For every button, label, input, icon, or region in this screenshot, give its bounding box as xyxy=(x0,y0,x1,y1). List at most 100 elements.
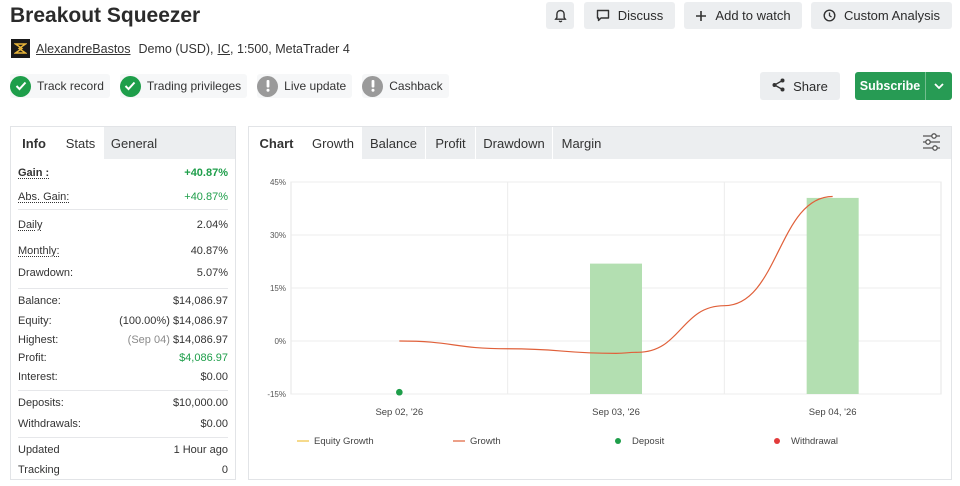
updated-row: Updated 1 Hour ago xyxy=(18,438,228,461)
broker-link[interactable]: IC xyxy=(218,42,231,56)
share-icon xyxy=(772,78,785,95)
tab-profit[interactable]: Profit xyxy=(425,127,475,159)
tab-info[interactable]: Info xyxy=(11,127,57,159)
monthly-value: 40.87% xyxy=(190,245,228,257)
comment-icon xyxy=(596,9,610,22)
y-tick-label: 0% xyxy=(274,337,286,346)
balance-label: Balance: xyxy=(18,294,61,307)
notify-button[interactable] xyxy=(546,2,574,29)
monthly-label[interactable]: Monthly: xyxy=(18,245,60,257)
exclamation-icon xyxy=(362,75,384,97)
tab-general[interactable]: General xyxy=(104,127,164,159)
discuss-button[interactable]: Discuss xyxy=(584,2,675,29)
drawdown-label: Drawdown: xyxy=(18,267,74,279)
drawdown-row: Drawdown: 5.07% xyxy=(18,262,228,284)
deposits-label: Deposits: xyxy=(18,396,64,409)
highest-row: Highest: (Sep 04) $14,086.97 xyxy=(18,330,228,349)
gain-row: Gain : +40.87% xyxy=(18,159,228,185)
interest-value: $0.00 xyxy=(200,370,228,383)
withdrawals-label: Withdrawals: xyxy=(18,417,81,430)
growth-bar xyxy=(590,263,642,394)
equity-percent: (100.00%) xyxy=(119,315,170,327)
legend-label: Withdrawal xyxy=(791,436,838,447)
bell-icon xyxy=(553,9,567,23)
discuss-label: Discuss xyxy=(617,8,664,23)
gain-label[interactable]: Gain : xyxy=(18,167,49,179)
y-tick-label: 30% xyxy=(270,231,286,240)
tab-balance[interactable]: Balance xyxy=(362,127,425,159)
tab-growth[interactable]: Growth xyxy=(304,127,362,159)
interest-label: Interest: xyxy=(18,370,58,383)
plus-icon xyxy=(695,10,707,22)
page-title: Breakout Squeezer xyxy=(10,4,201,27)
legend-swatch xyxy=(615,438,621,444)
abs-gain-value: +40.87% xyxy=(184,191,228,203)
tracking-value: 0 xyxy=(221,464,228,476)
x-tick-label: Sep 02, '26 xyxy=(375,407,423,418)
legend-label: Equity Growth xyxy=(314,436,374,447)
deposits-row: Deposits: $10,000.00 xyxy=(18,391,228,414)
legend-swatch xyxy=(774,438,780,444)
daily-value: 2.04% xyxy=(196,219,228,231)
y-tick-label: 15% xyxy=(270,284,286,293)
chevron-down-icon[interactable] xyxy=(925,72,952,100)
badge-label: Trading privileges xyxy=(146,79,242,93)
profit-row: Profit: $4,086.97 xyxy=(18,349,228,367)
highest-date: (Sep 04) xyxy=(127,333,170,346)
tab-drawdown[interactable]: Drawdown xyxy=(475,127,552,159)
abs-gain-label[interactable]: Abs. Gain: xyxy=(18,191,69,203)
author-link[interactable]: AlexandreBastos xyxy=(36,42,131,56)
daily-label[interactable]: Daily xyxy=(18,219,42,231)
deposit-point xyxy=(396,388,403,396)
account-details: , 1:500, MetaTrader 4 xyxy=(230,41,350,56)
tracking-row: Tracking 0 xyxy=(18,461,228,479)
share-button[interactable]: Share xyxy=(760,72,840,100)
stats-list: Gain : +40.87% Abs. Gain: +40.87% Daily … xyxy=(11,159,235,479)
account-info: AlexandreBastos Demo (USD), IC , 1:500, … xyxy=(11,39,350,58)
badge-live-update[interactable]: Live update xyxy=(257,74,353,98)
x-tick-label: Sep 04, '26 xyxy=(809,407,857,418)
share-label: Share xyxy=(793,78,828,94)
author-logo xyxy=(11,39,30,58)
y-tick-label: 45% xyxy=(270,178,286,187)
withdrawals-row: Withdrawals: $0.00 xyxy=(18,414,228,433)
equity-label: Equity: xyxy=(18,315,52,327)
tab-stats[interactable]: Stats xyxy=(57,127,104,159)
deposits-value: $10,000.00 xyxy=(172,396,228,409)
stats-panel: Info Stats General Gain : +40.87% Abs. G… xyxy=(10,126,236,480)
badge-label: Track record xyxy=(37,79,104,93)
badge-trading-privileges[interactable]: Trading privileges xyxy=(119,74,248,98)
legend-label: Deposit xyxy=(632,436,665,447)
highest-value: $14,086.97 xyxy=(172,333,228,346)
account-type: Demo (USD), xyxy=(138,41,214,56)
profit-value: $4,086.97 xyxy=(179,352,228,364)
legend-label: Growth xyxy=(470,436,501,447)
add-to-watch-button[interactable]: Add to watch xyxy=(684,2,802,29)
badge-label: Cashback xyxy=(389,79,443,93)
badge-label: Live update xyxy=(284,79,347,93)
withdrawals-value: $0.00 xyxy=(200,417,228,430)
gain-value: +40.87% xyxy=(184,167,228,179)
equity-row: Equity: (100.00%) $14,086.97 xyxy=(18,312,228,330)
add-to-watch-label: Add to watch xyxy=(715,8,791,23)
updated-value: 1 Hour ago xyxy=(173,443,228,456)
chart-settings-icon[interactable] xyxy=(922,133,941,156)
monthly-row: Monthly: 40.87% xyxy=(18,240,228,262)
tracking-label: Tracking xyxy=(18,464,60,476)
drawdown-value: 5.07% xyxy=(196,267,228,279)
check-icon xyxy=(119,75,141,97)
balance-row: Balance: $14,086.97 xyxy=(18,289,228,312)
profit-label: Profit: xyxy=(18,352,47,364)
badge-cashback[interactable]: Cashback xyxy=(362,74,449,98)
tab-chart[interactable]: Chart xyxy=(249,127,304,159)
custom-analysis-button[interactable]: Custom Analysis xyxy=(811,2,952,29)
tab-margin[interactable]: Margin xyxy=(552,127,610,159)
check-icon xyxy=(10,75,31,97)
balance-value: $14,086.97 xyxy=(172,294,228,307)
subscribe-button[interactable]: Subscribe xyxy=(855,72,952,100)
highest-label: Highest: xyxy=(18,333,59,346)
exclamation-icon xyxy=(257,75,279,97)
stats-tabs: Info Stats General xyxy=(11,127,235,159)
interest-row: Interest: $0.00 xyxy=(18,367,228,386)
badge-track-record[interactable]: Track record xyxy=(10,74,110,98)
